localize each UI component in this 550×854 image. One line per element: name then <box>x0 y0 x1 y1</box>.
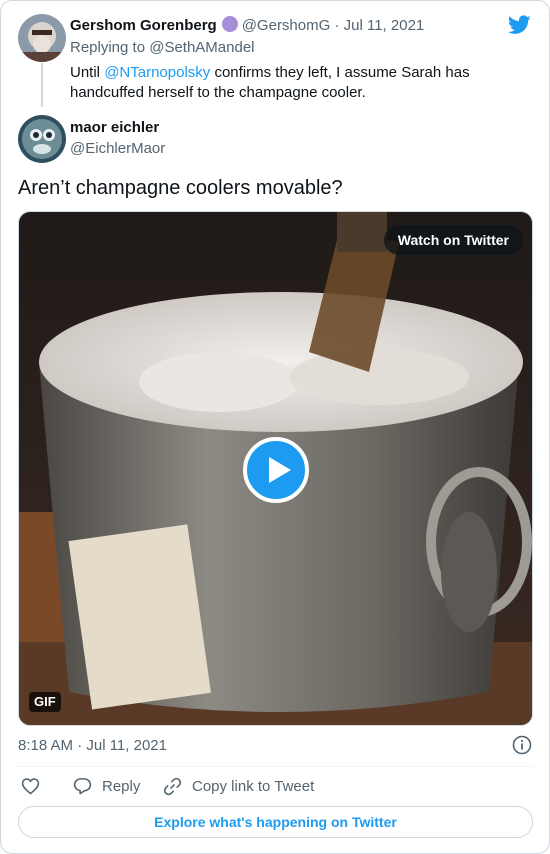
info-icon[interactable] <box>512 735 532 755</box>
tweet-timestamp[interactable]: 8:18 AM · Jul 11, 2021 <box>18 737 167 754</box>
tweet-embed-card: Gershom Gorenberg @GershomG · Jul 11, 202… <box>0 0 550 854</box>
author-display-name[interactable]: maor eichler <box>70 119 159 136</box>
author-avatar[interactable] <box>18 115 66 163</box>
explore-button[interactable]: Explore what's happening on Twitter <box>18 806 533 838</box>
parent-tweet-text: Until @NTarnopolsky confirms they left, … <box>70 63 510 103</box>
reply-button[interactable]: Reply <box>73 776 140 796</box>
parent-handle[interactable]: @GershomG <box>242 17 331 34</box>
reply-icon <box>73 778 92 795</box>
thread-connector <box>41 63 43 107</box>
play-button[interactable] <box>243 437 309 503</box>
link-icon <box>163 777 182 795</box>
divider <box>18 766 533 767</box>
gif-badge: GIF <box>29 692 61 712</box>
copy-link-button[interactable]: Copy link to Tweet <box>163 776 314 796</box>
gif-media[interactable]: Watch on Twitter GIF <box>18 211 533 726</box>
replying-to[interactable]: Replying to @SethAMandel <box>70 39 255 56</box>
like-button[interactable] <box>21 776 50 796</box>
separator-dot: · <box>334 17 340 34</box>
parent-text-start: Until <box>70 64 105 81</box>
parent-date[interactable]: Jul 11, 2021 <box>344 17 425 34</box>
parent-avatar[interactable] <box>18 14 66 62</box>
parent-header: Gershom Gorenberg @GershomG · Jul 11, 202… <box>70 16 424 34</box>
twitter-bird-icon[interactable] <box>508 15 531 35</box>
heart-icon <box>21 778 40 795</box>
verified-badge <box>221 16 238 32</box>
parent-display-name[interactable]: Gershom Gorenberg <box>70 17 217 34</box>
mention-link[interactable]: @NTarnopolsky <box>104 64 210 81</box>
watch-on-twitter-button[interactable]: Watch on Twitter <box>383 225 523 255</box>
copy-link-label: Copy link to Tweet <box>192 777 315 795</box>
reply-label: Reply <box>102 777 141 795</box>
author-handle[interactable]: @EichlerMaor <box>70 140 165 157</box>
tweet-text: Aren’t champagne coolers movable? <box>18 177 343 199</box>
play-icon <box>269 457 291 483</box>
